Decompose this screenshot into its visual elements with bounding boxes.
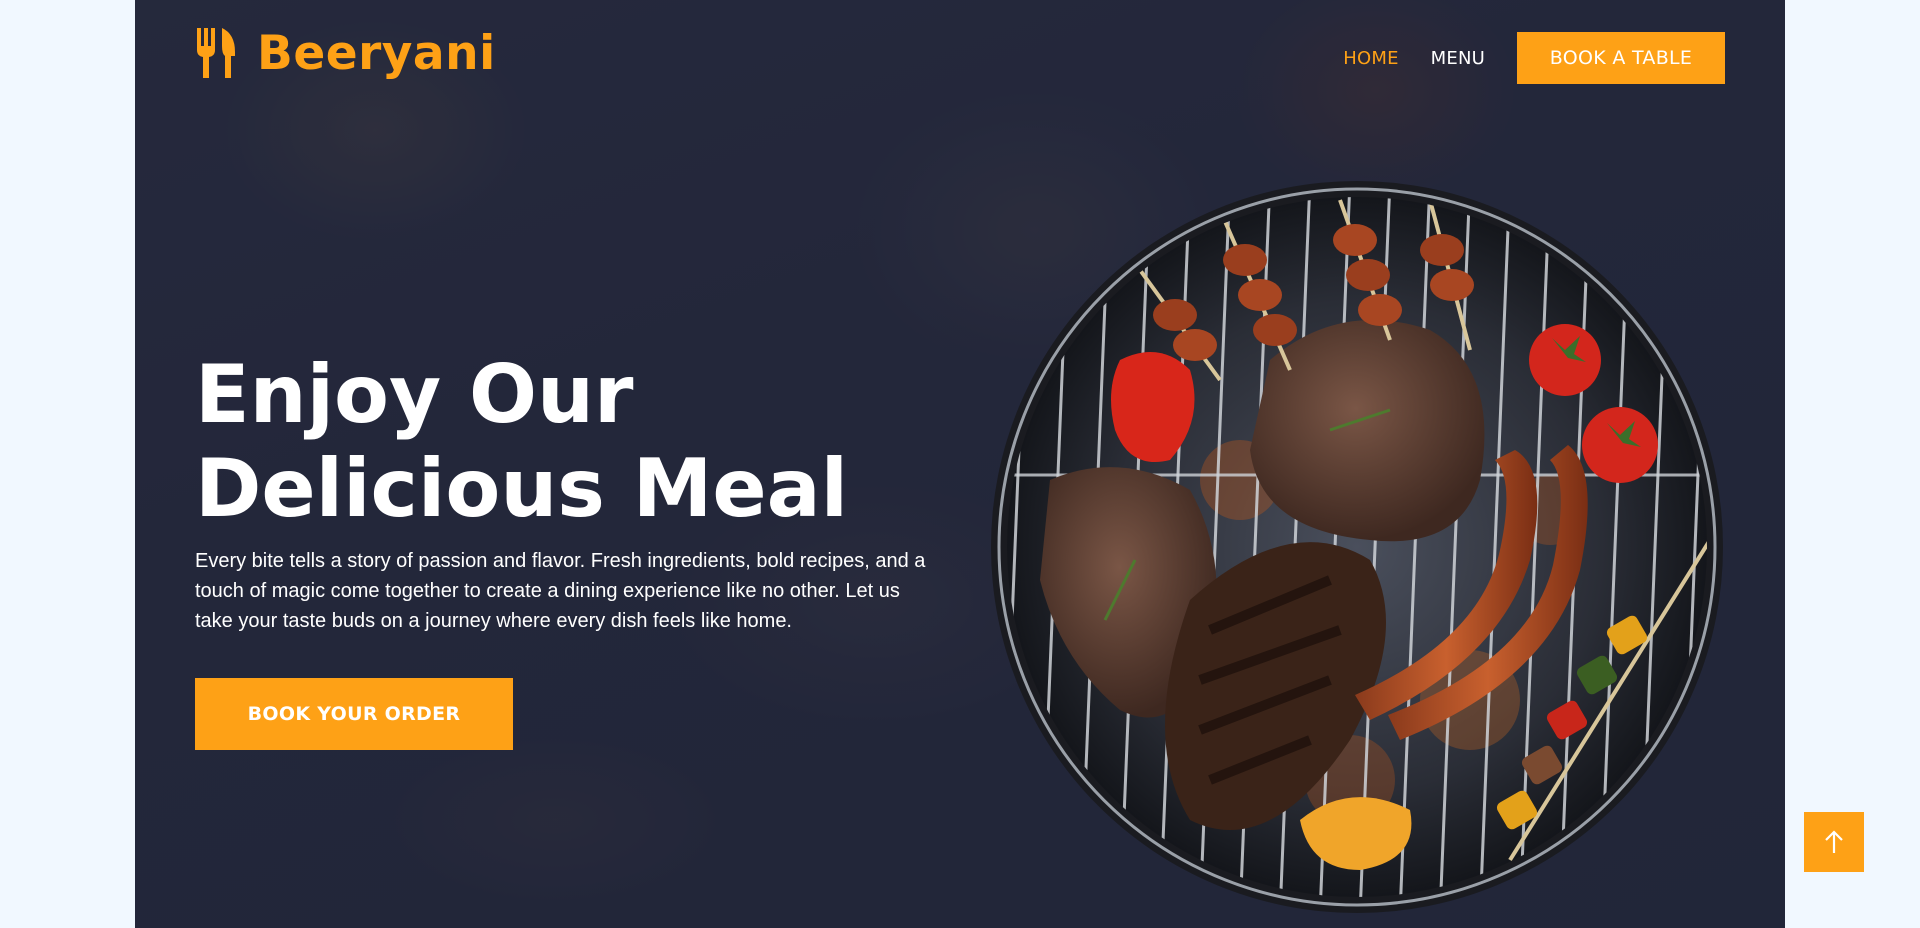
hero-title-line-1: Enjoy Our: [195, 348, 634, 441]
grilled-meat-platter-image: [991, 181, 1723, 913]
book-your-order-button[interactable]: BOOK YOUR ORDER: [195, 678, 513, 750]
nav-item-home[interactable]: HOME: [1343, 48, 1398, 69]
nav-item-menu[interactable]: MENU: [1431, 48, 1485, 69]
main-nav: HOME MENU BOOK A TABLE: [1343, 32, 1725, 84]
hero-title: Enjoy Our Delicious Meal: [195, 348, 895, 536]
hero-section: Beeryani HOME MENU BOOK A TABLE Enjoy Ou…: [135, 0, 1785, 928]
brand-logo[interactable]: Beeryani: [195, 26, 496, 80]
hero-title-line-2: Delicious Meal: [195, 442, 849, 535]
book-a-table-button[interactable]: BOOK A TABLE: [1517, 32, 1725, 84]
brand-name: Beeryani: [257, 25, 496, 81]
utensils-icon: [197, 28, 235, 78]
back-to-top-button[interactable]: [1804, 812, 1864, 872]
arrow-up-icon: [1825, 830, 1843, 853]
hero-description: Every bite tells a story of passion and …: [195, 550, 926, 632]
